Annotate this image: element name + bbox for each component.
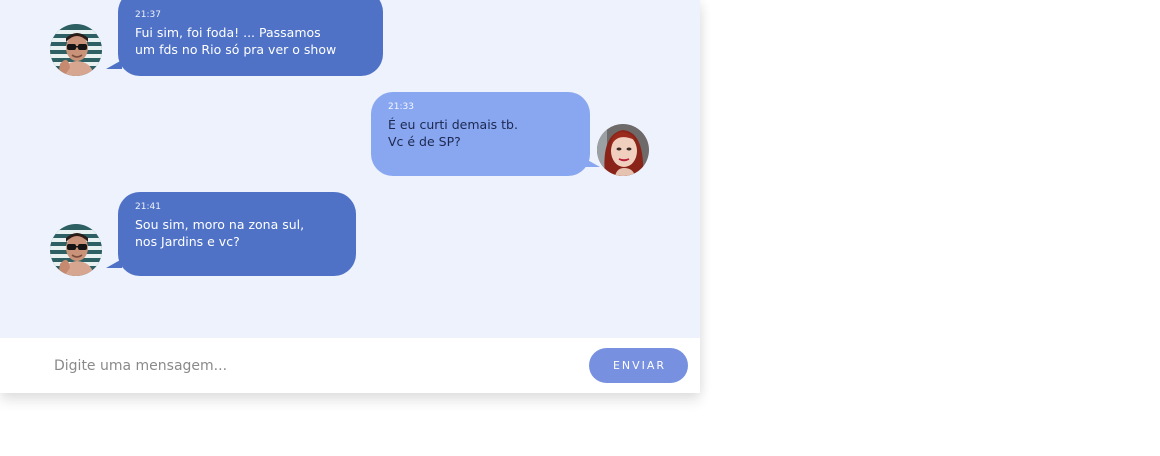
send-button[interactable]: ENVIAR	[589, 348, 688, 383]
user-avatar[interactable]	[597, 124, 649, 176]
message-time: 21:37	[135, 10, 161, 20]
woman-red-hair-avatar-icon	[597, 124, 649, 176]
message-time: 21:33	[388, 102, 414, 112]
message-text: Fui sim, foi foda! ... Passamos um fds n…	[135, 25, 337, 57]
bubble-tail	[584, 158, 600, 167]
message-bubble-received[interactable]: 21:37 Fui sim, foi foda! ... Passamos um…	[118, 0, 383, 76]
message-input[interactable]	[52, 352, 556, 380]
message-time: 21:41	[135, 202, 161, 212]
man-sunglasses-avatar-icon	[50, 224, 102, 276]
message-text: É eu curti demais tb. Vc é de SP?	[388, 117, 518, 149]
contact-avatar[interactable]	[50, 24, 102, 76]
message-text: Sou sim, moro na zona sul, nos Jardins e…	[135, 217, 305, 249]
man-sunglasses-avatar-icon	[50, 24, 102, 76]
message-bubble-sent[interactable]: 21:33 É eu curti demais tb. Vc é de SP?	[371, 92, 590, 176]
message-bubble-received[interactable]: 21:41 Sou sim, moro na zona sul, nos Jar…	[118, 192, 356, 276]
chat-window: 21:37 Fui sim, foi foda! ... Passamos um…	[0, 0, 700, 393]
message-list[interactable]: 21:37 Fui sim, foi foda! ... Passamos um…	[0, 0, 700, 338]
message-composer: ENVIAR	[0, 338, 700, 393]
contact-avatar[interactable]	[50, 224, 102, 276]
